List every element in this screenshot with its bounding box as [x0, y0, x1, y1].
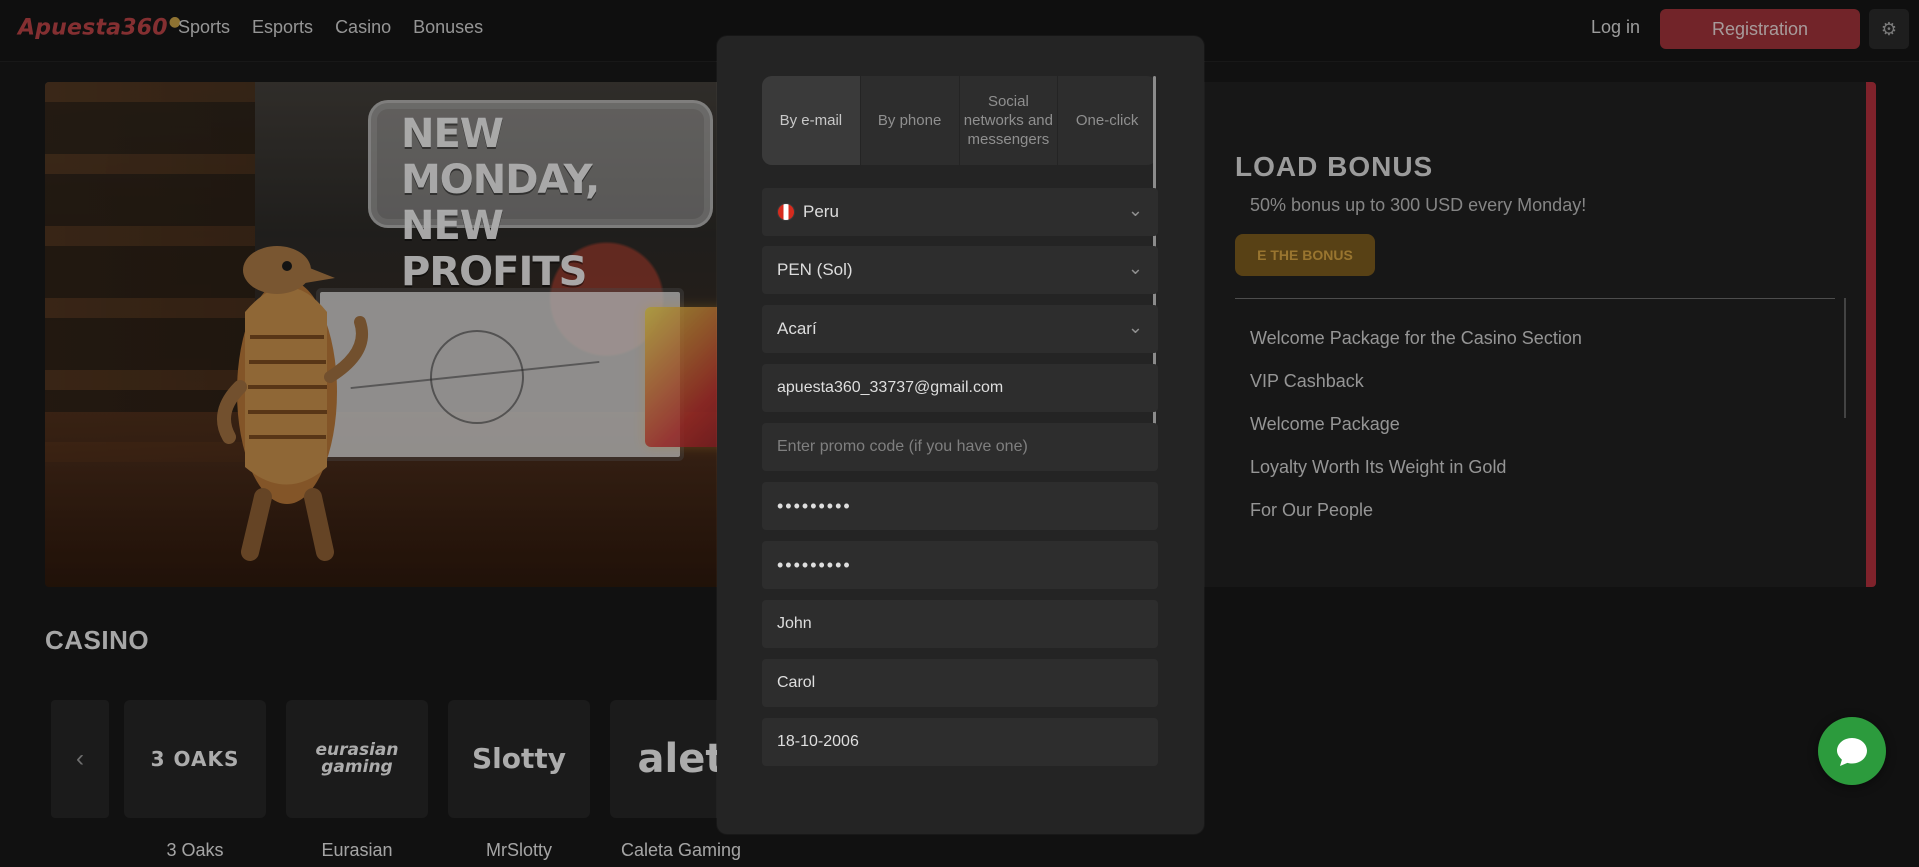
currency-value: PEN (Sol) — [777, 260, 853, 279]
tab-by-email[interactable]: By e-mail — [762, 76, 861, 165]
registration-tabs: By e-mail By phone Social networks and m… — [762, 76, 1157, 165]
password-field[interactable] — [762, 482, 1158, 530]
tab-one-click[interactable]: One-click — [1058, 76, 1157, 165]
birth-date-input[interactable] — [777, 733, 1143, 751]
peru-flag-icon — [777, 203, 795, 221]
tab-social-networks[interactable]: Social networks and messengers — [960, 76, 1059, 165]
city-select[interactable]: Acarí ⌄ — [762, 305, 1158, 353]
chevron-down-icon: ⌄ — [1127, 258, 1143, 278]
confirm-password-input[interactable] — [777, 554, 1143, 576]
city-value: Acarí — [777, 319, 817, 338]
country-select[interactable]: Peru ⌄ — [762, 188, 1158, 236]
confirm-password-field[interactable] — [762, 541, 1158, 589]
chevron-down-icon: ⌄ — [1127, 317, 1143, 337]
password-input[interactable] — [777, 495, 1143, 517]
currency-select[interactable]: PEN (Sol) ⌄ — [762, 246, 1158, 294]
last-name-input[interactable] — [777, 674, 1143, 692]
country-value-wrap: Peru — [777, 202, 839, 222]
promo-code-field[interactable] — [762, 423, 1158, 471]
chat-bubble-icon — [1837, 738, 1867, 766]
chat-button[interactable] — [1818, 717, 1886, 785]
email-field[interactable] — [762, 364, 1158, 412]
email-input[interactable] — [777, 379, 1143, 397]
country-value: Peru — [803, 202, 839, 221]
chevron-down-icon: ⌄ — [1127, 200, 1143, 220]
birth-date-field[interactable] — [762, 718, 1158, 766]
page: Apuesta360● Sports Esports Casino Bonuse… — [0, 0, 1919, 867]
tab-by-phone[interactable]: By phone — [861, 76, 960, 165]
last-name-field[interactable] — [762, 659, 1158, 707]
registration-modal: By e-mail By phone Social networks and m… — [717, 36, 1204, 834]
first-name-input[interactable] — [777, 615, 1143, 633]
first-name-field[interactable] — [762, 600, 1158, 648]
promo-code-input[interactable] — [777, 438, 1143, 456]
